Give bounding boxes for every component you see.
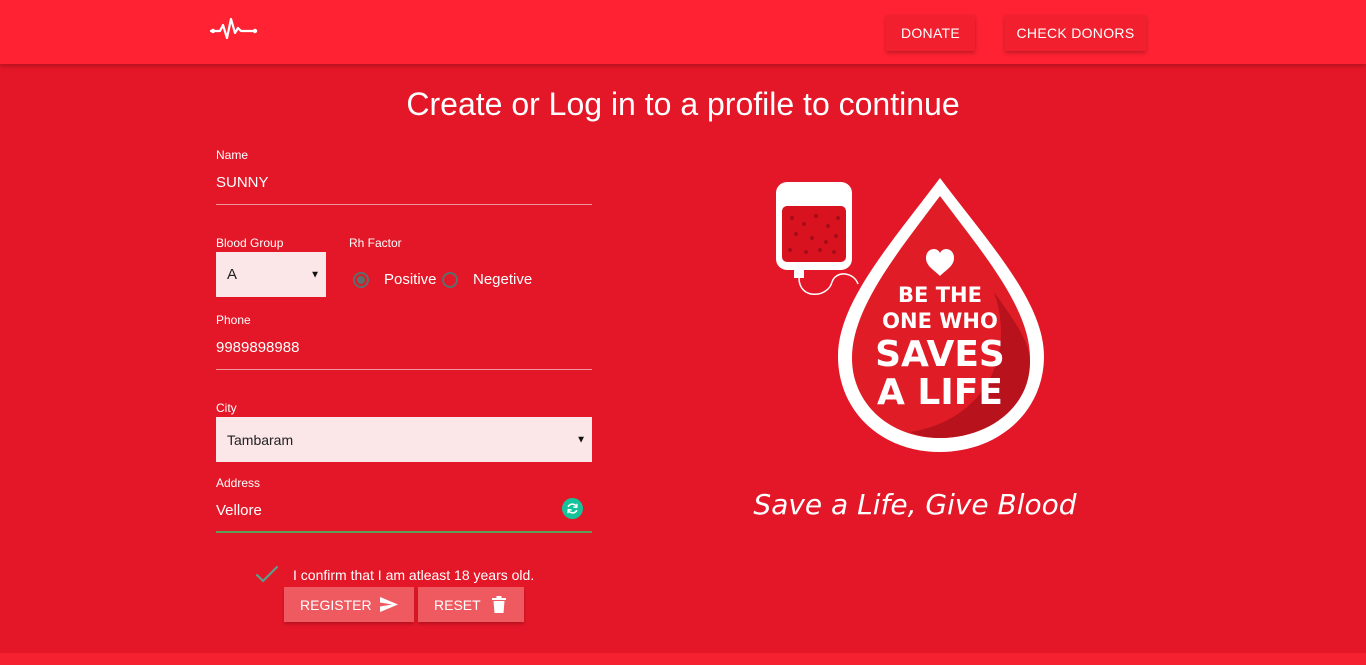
blood-drop-illustration: BE THE ONE WHO SAVES A LIFE — [776, 178, 1044, 452]
rh-factor-label: Rh Factor — [349, 236, 402, 250]
register-label: REGISTER — [300, 596, 372, 613]
donate-button[interactable]: DONATE — [886, 15, 975, 51]
address-input[interactable]: Vellore — [216, 502, 262, 519]
phone-label: Phone — [216, 313, 251, 327]
trash-icon — [492, 596, 506, 613]
dropdown-caret-icon: ▼ — [576, 434, 586, 445]
name-label: Name — [216, 148, 249, 162]
footer-strip — [0, 653, 1366, 665]
heartbeat-pulse-icon[interactable] — [210, 12, 258, 42]
address-label: Address — [216, 476, 261, 490]
city-value: Tambaram — [227, 431, 294, 448]
rh-positive-label[interactable]: Positive — [384, 271, 437, 288]
send-icon — [380, 597, 398, 612]
age-confirm-label[interactable]: I confirm that I am atleast 18 years old… — [293, 567, 534, 583]
check-donors-button[interactable]: CHECK DONORS — [1005, 15, 1146, 51]
phone-underline — [216, 369, 592, 370]
name-input[interactable]: SUNNY — [216, 174, 269, 191]
rh-positive-radio[interactable] — [353, 272, 369, 288]
page-title: Create or Log in to a profile to continu… — [406, 86, 960, 122]
rh-negative-label[interactable]: Negetive — [473, 271, 532, 288]
blood-group-value: A — [227, 266, 238, 283]
address-underline-active — [216, 531, 592, 533]
hero-tagline: Save a Life, Give Blood — [753, 488, 1077, 521]
checkmark-icon[interactable] — [255, 565, 279, 583]
city-label: City — [216, 401, 237, 415]
city-select[interactable]: Tambaram ▼ — [216, 417, 592, 462]
phone-input[interactable]: 9989898988 — [216, 339, 299, 356]
hero-line-1: BE THE — [898, 283, 982, 307]
hero-line-2: ONE WHO — [882, 309, 998, 333]
blood-group-label: Blood Group — [216, 236, 284, 250]
hero-line-4: A LIFE — [877, 372, 1003, 413]
blood-group-select[interactable]: A ▼ — [216, 252, 326, 297]
reset-label: RESET — [434, 596, 481, 613]
dropdown-caret-icon: ▼ — [310, 269, 320, 280]
hero-line-3: SAVES — [875, 334, 1005, 375]
grammarly-refresh-icon[interactable] — [562, 498, 583, 519]
navbar: DONATE CHECK DONORS — [0, 0, 1366, 64]
rh-negative-radio[interactable] — [442, 272, 458, 288]
register-button[interactable]: REGISTER — [284, 587, 414, 622]
name-underline — [216, 204, 592, 205]
reset-button[interactable]: RESET — [418, 587, 524, 622]
